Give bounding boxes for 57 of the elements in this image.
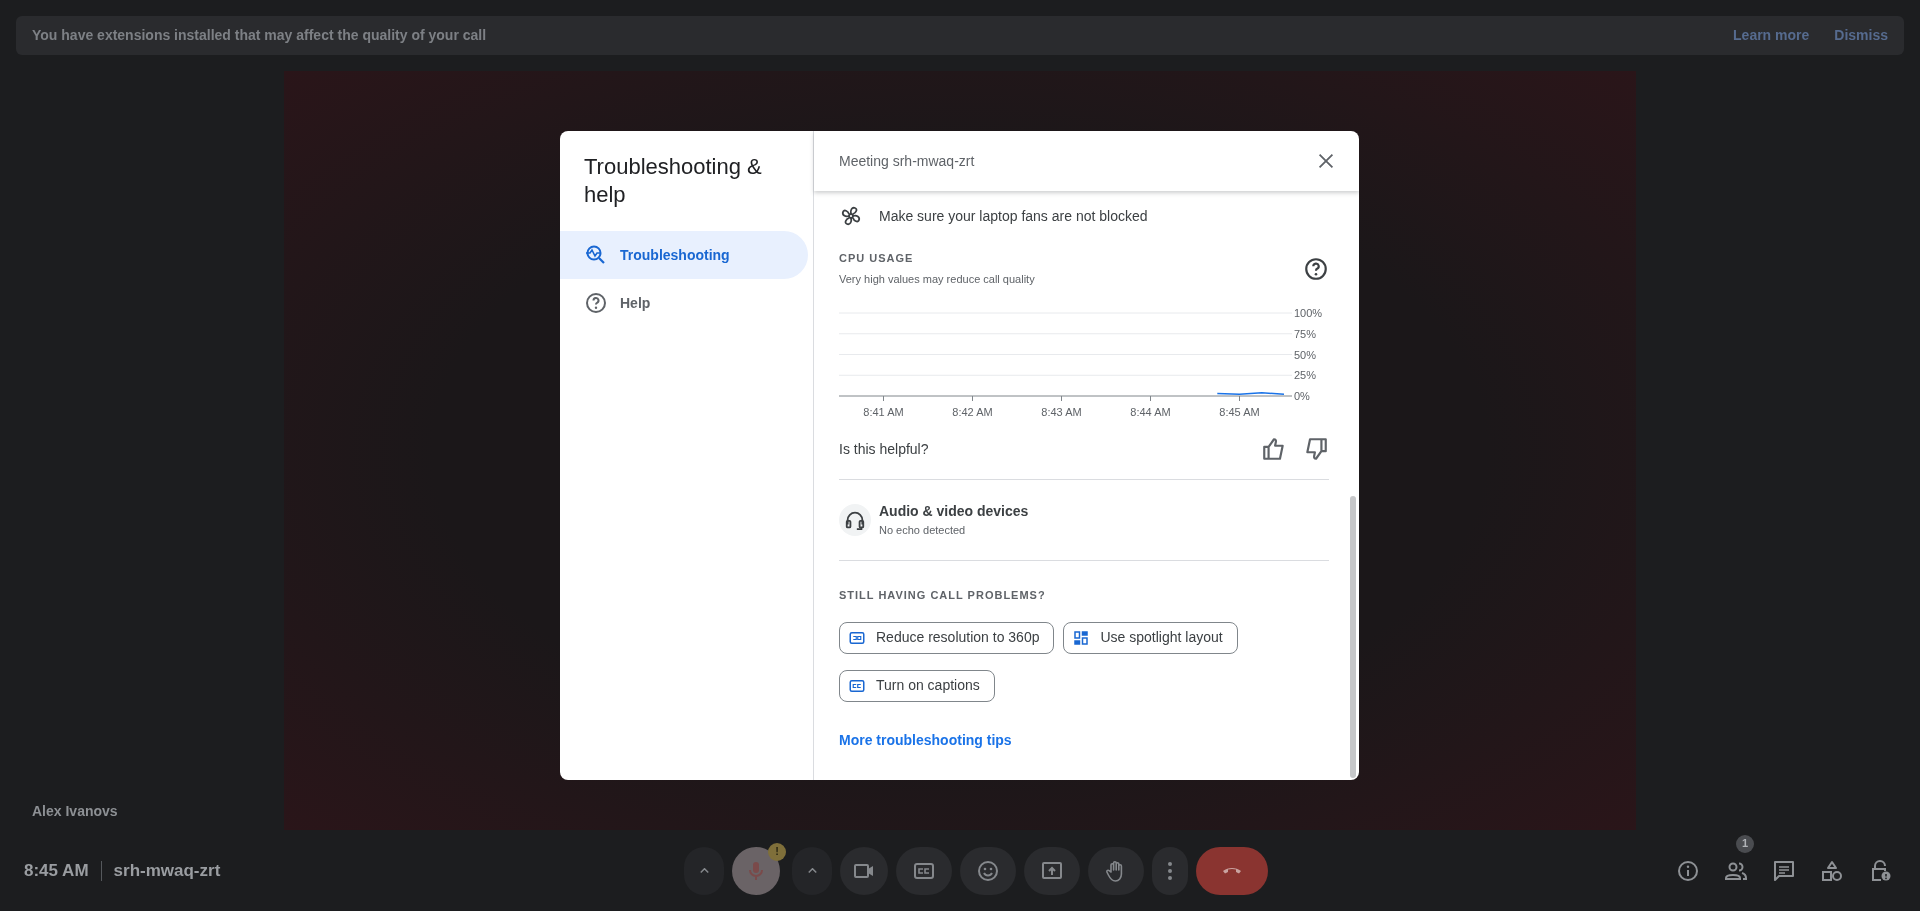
dialog-title: Troubleshooting & help	[583, 153, 763, 209]
x-axis-label: 8:42 AM	[952, 406, 993, 418]
thumbs-down-icon	[1303, 436, 1329, 462]
feedback-question: Is this helpful?	[839, 439, 929, 459]
warning-badge: !	[768, 842, 786, 861]
clock-time: 8:45 AM	[24, 859, 89, 882]
action-chip[interactable]: Use spotlight layout	[1063, 621, 1238, 654]
emoji-button[interactable]	[960, 846, 1016, 895]
x-axis-label: 8:44 AM	[1130, 406, 1171, 418]
x-axis-label: 8:43 AM	[1041, 406, 1082, 418]
nav-item[interactable]: Help	[560, 279, 808, 327]
y-axis-label: 0%	[1294, 390, 1310, 402]
device-check-title: Audio & video devices	[879, 502, 1029, 522]
x-axis-label: 8:41 AM	[863, 406, 904, 418]
count-badge: 1	[1736, 834, 1754, 853]
phone-icon	[1222, 866, 1242, 875]
banner-text: You have extensions installed that may affect the quality of your call	[32, 26, 488, 45]
x-axis-label: 8:45 AM	[1219, 406, 1260, 418]
section-subtitle: Very high values may reduce call quality	[839, 271, 1035, 287]
thumbs-up-icon	[1261, 436, 1287, 462]
tip-text: Make sure your laptop fans are not blocked	[879, 206, 1148, 226]
meeting-code: srh-mwaq-zrt	[113, 859, 221, 882]
camera-button[interactable]	[840, 846, 888, 895]
participant-name: Alex Ivanovs	[31, 802, 119, 821]
layout-icon	[1072, 628, 1091, 647]
action-chip[interactable]: Reduce resolution to 360p	[839, 621, 1055, 654]
fan-icon	[839, 204, 863, 228]
y-axis-label: 75%	[1294, 327, 1317, 340]
caret-icon	[807, 867, 817, 874]
scrollbar[interactable]	[1350, 496, 1356, 778]
section-heading: STILL HAVING CALL PROBLEMS?	[839, 588, 1047, 603]
info-icon	[1676, 858, 1700, 883]
help-button[interactable]	[1303, 256, 1329, 282]
troubleshooting-link[interactable]: More troubleshooting tips	[839, 729, 1012, 751]
help-icon	[584, 291, 608, 315]
shapes-icon	[1820, 858, 1844, 883]
thumbs-down-button[interactable]	[1303, 436, 1329, 462]
y-axis-label: 25%	[1294, 369, 1317, 382]
device-check-status: No echo detected	[879, 523, 967, 539]
help-icon	[1303, 256, 1329, 282]
y-axis-label: 100%	[1294, 307, 1323, 319]
more-options-button[interactable]	[1152, 846, 1188, 895]
chat-icon	[1772, 858, 1796, 883]
thumbs-up-button[interactable]	[1261, 436, 1287, 462]
captions-button[interactable]	[896, 846, 952, 895]
raise-hand-button[interactable]	[1088, 846, 1144, 895]
meeting-title: Meeting srh-mwaq-zrt	[839, 151, 975, 171]
nav-item[interactable]: Troubleshooting	[560, 231, 808, 279]
section-heading: CPU USAGE	[839, 251, 915, 266]
action-chip[interactable]: Turn on captions	[839, 669, 995, 702]
present-button[interactable]	[1024, 846, 1080, 895]
more-icon	[1167, 860, 1173, 881]
usage-line	[1216, 391, 1285, 396]
y-axis-label: 50%	[1294, 348, 1317, 361]
emoji-icon	[976, 858, 1000, 883]
caret-icon	[699, 867, 709, 874]
microphone-button[interactable]	[732, 846, 780, 895]
